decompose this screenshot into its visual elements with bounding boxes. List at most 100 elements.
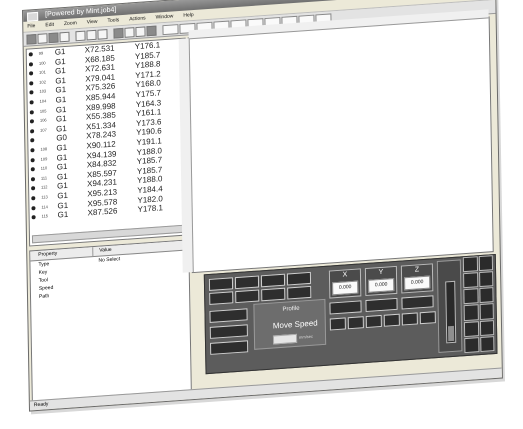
breakpoint-dot-icon — [29, 109, 34, 115]
design-canvas[interactable] — [178, 9, 494, 274]
x-axis-value: 0.000 — [332, 280, 359, 296]
move-speed-group: Profile Move Speed mm/sec — [253, 298, 327, 350]
control-button[interactable] — [286, 271, 312, 286]
control-button[interactable] — [210, 340, 249, 355]
gcode-line-number: 108 — [40, 146, 48, 152]
breakpoint-dot-icon — [31, 186, 36, 191]
app-icon — [27, 11, 39, 22]
status-text: Ready — [33, 401, 49, 409]
breakpoint-dot-icon — [31, 215, 36, 220]
workspace: 99 G1 X72.531 Y176.1 100 G1 X68.185 Y185.7 101 G1… — [24, 9, 502, 403]
menu-edit[interactable]: Edit — [45, 20, 54, 31]
breakpoint-dot-icon — [28, 61, 33, 67]
function-key[interactable] — [463, 304, 479, 321]
gcode-line-number: 114 — [41, 203, 48, 210]
gcode-line-number: 115 — [41, 213, 49, 219]
jog-button[interactable] — [365, 297, 398, 313]
jog-button[interactable] — [401, 295, 434, 310]
breakpoint-dot-icon — [30, 148, 35, 153]
control-button[interactable] — [261, 287, 286, 302]
save-icon[interactable] — [48, 31, 59, 43]
select-tool-icon[interactable] — [113, 27, 124, 39]
control-button[interactable] — [234, 275, 260, 290]
move-speed-input[interactable] — [272, 333, 298, 345]
move-speed-label: Move Speed — [272, 318, 318, 331]
breakpoint-dot-icon — [30, 167, 35, 172]
jog-button[interactable] — [329, 317, 346, 331]
jog-button[interactable] — [419, 311, 436, 325]
y-axis-label: Y — [378, 268, 384, 277]
jog-button[interactable] — [401, 312, 418, 326]
function-key[interactable] — [478, 287, 494, 304]
gcode-y-value: Y178.1 — [137, 203, 164, 215]
breakpoint-dot-icon — [30, 138, 35, 143]
gcode-line-number: 101 — [39, 69, 46, 75]
feed-rate-bar[interactable] — [445, 280, 457, 344]
menu-file[interactable]: File — [27, 21, 35, 32]
gcode-line-number: 110 — [40, 165, 48, 171]
z-axis-value: 0.000 — [404, 275, 431, 291]
control-button[interactable] — [287, 285, 312, 300]
menu-window[interactable]: Window — [156, 11, 174, 22]
cut-icon[interactable] — [75, 30, 86, 41]
jog-button[interactable] — [383, 313, 400, 327]
breakpoint-dot-icon — [31, 205, 36, 210]
gcode-line-number: 112 — [41, 184, 48, 191]
function-key[interactable] — [463, 288, 479, 305]
gcode-line-number: 107 — [40, 127, 47, 133]
rect-tool-icon[interactable] — [135, 25, 146, 37]
jog-button[interactable] — [365, 314, 382, 329]
function-key[interactable] — [463, 272, 478, 289]
breakpoint-dot-icon — [31, 196, 36, 201]
gcode-line-number: 103 — [39, 88, 47, 95]
gcode-x-value: X87.526 — [87, 206, 118, 218]
function-keys — [462, 255, 495, 354]
line-tool-icon[interactable] — [124, 26, 135, 38]
gcode-list[interactable]: 99 G1 X72.531 Y176.1 100 G1 X68.185 Y185.7 101 G1… — [25, 37, 190, 247]
breakpoint-dot-icon — [29, 90, 34, 95]
control-button[interactable] — [209, 291, 234, 305]
new-file-icon[interactable] — [26, 33, 37, 45]
breakpoint-dot-icon — [30, 176, 35, 182]
control-button[interactable] — [235, 289, 260, 304]
jog-button[interactable] — [329, 300, 362, 315]
function-key[interactable] — [464, 336, 479, 354]
menu-zoom[interactable]: Zoom — [64, 18, 77, 29]
gcode-line-number: 105 — [39, 107, 47, 114]
breakpoint-dot-icon — [29, 100, 34, 105]
gcode-command: G1 — [57, 209, 69, 220]
jog-button[interactable] — [347, 316, 364, 330]
x-axis-label: X — [342, 271, 348, 279]
z-axis-label: Z — [414, 266, 420, 274]
menu-view[interactable]: View — [87, 17, 98, 28]
menu-actions[interactable]: Actions — [129, 13, 146, 24]
paste-icon[interactable] — [97, 28, 108, 40]
menu-tools[interactable]: Tools — [107, 15, 119, 26]
y-axis-readout: Y 0.000 — [364, 265, 398, 297]
y-axis-value: 0.000 — [368, 278, 395, 293]
properties-panel: Property Value Type No Select Key Tool Speed… — [29, 239, 192, 403]
menu-help[interactable]: Help — [183, 10, 193, 21]
function-key[interactable] — [479, 335, 495, 353]
function-key[interactable] — [478, 255, 494, 272]
function-key[interactable] — [462, 256, 478, 273]
control-button[interactable] — [260, 273, 286, 288]
function-key[interactable] — [479, 303, 494, 320]
zoom-in-icon[interactable] — [162, 23, 179, 35]
gcode-line-number: 104 — [39, 98, 47, 104]
function-key[interactable] — [479, 319, 495, 336]
control-button[interactable] — [209, 308, 248, 323]
function-key[interactable] — [463, 320, 479, 337]
value-column-header: Value — [99, 246, 112, 254]
control-button[interactable] — [209, 324, 248, 339]
machine-control-panel: Profile Move Speed mm/sec X 0.000 Y 0.00… — [203, 253, 498, 375]
copy-icon[interactable] — [86, 29, 97, 40]
open-file-icon[interactable] — [37, 32, 48, 44]
feed-rate-panel — [436, 259, 463, 353]
print-icon[interactable] — [59, 31, 70, 42]
circle-tool-icon[interactable] — [146, 25, 157, 36]
gcode-line-number: 109 — [40, 155, 48, 162]
feed-rate-fill — [447, 325, 455, 342]
function-key[interactable] — [478, 271, 494, 288]
control-button[interactable] — [208, 277, 234, 291]
